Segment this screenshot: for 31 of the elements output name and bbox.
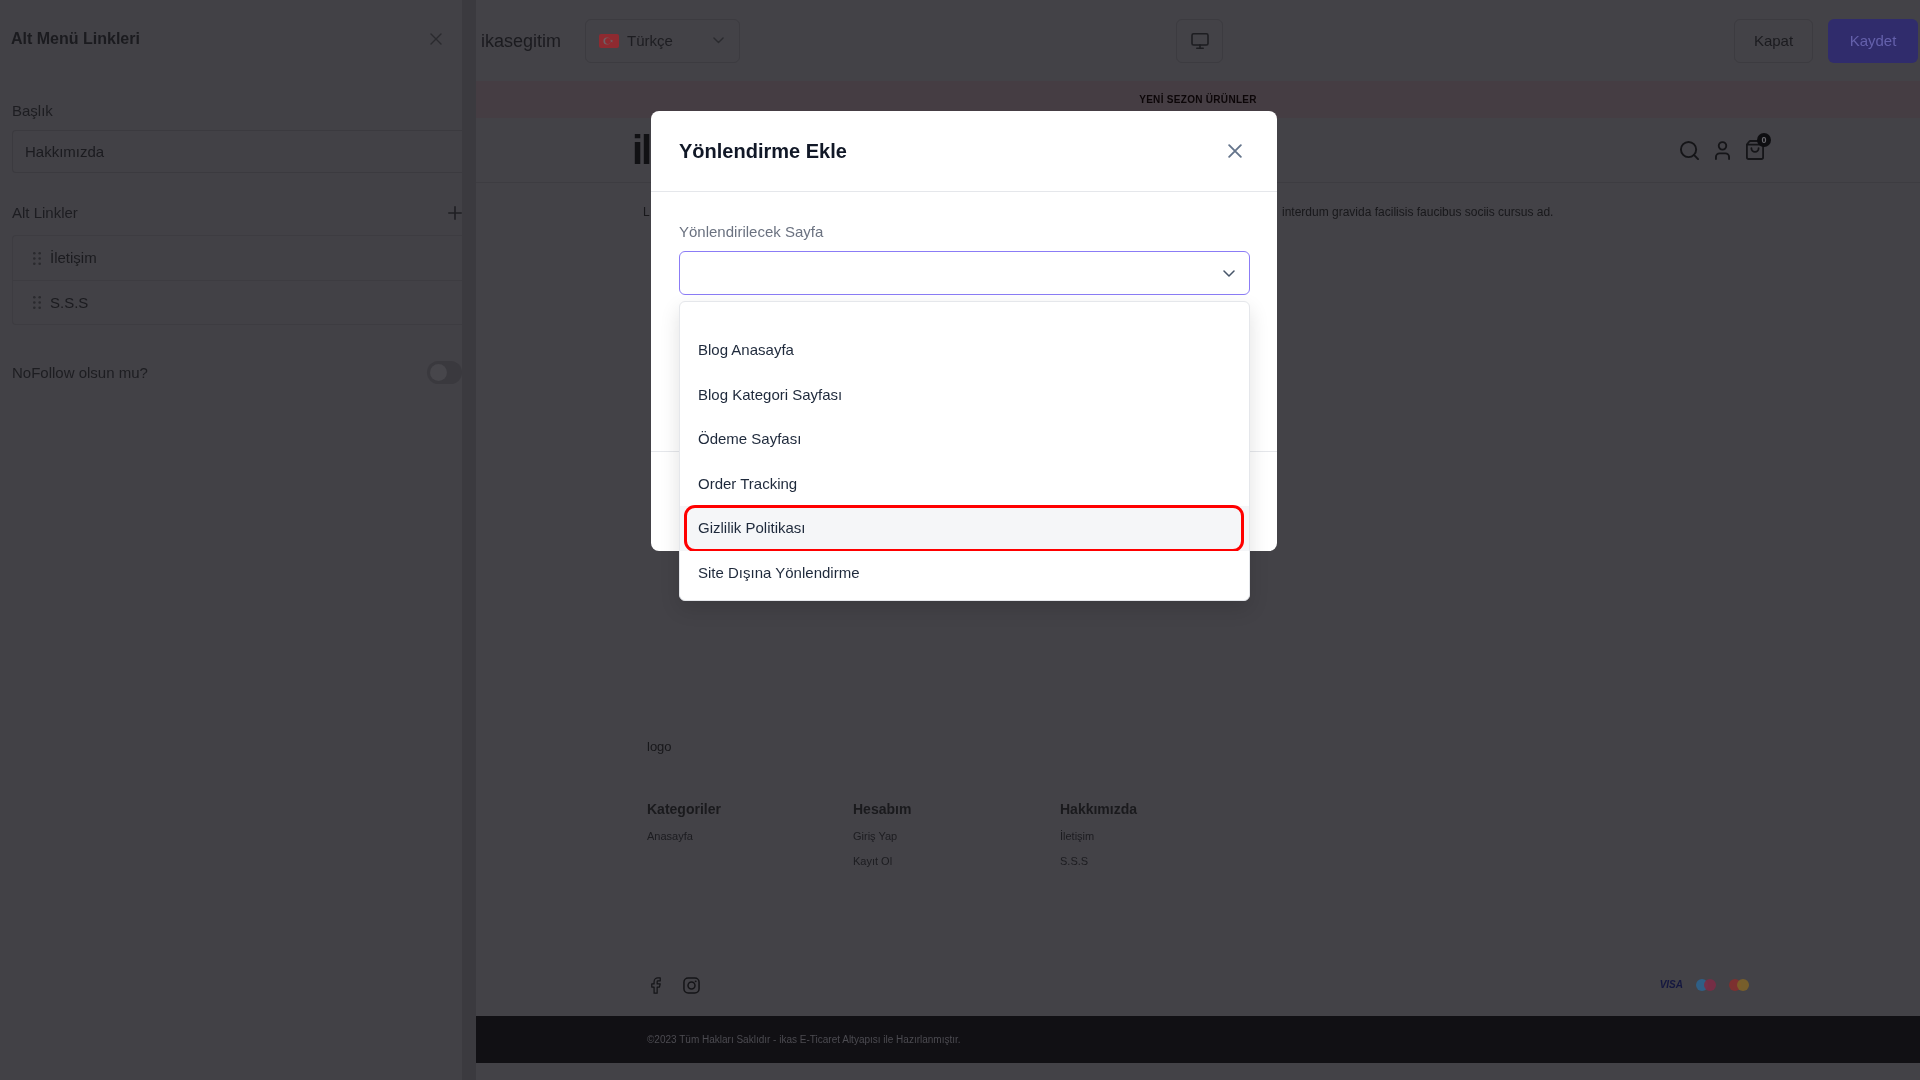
desktop-view-button[interactable]: [1176, 18, 1223, 63]
announcement-bar: YENİ SEZON ÜRÜNLER: [476, 81, 1920, 118]
dropdown-option[interactable]: Site Dışına Yönlendirme: [680, 550, 1249, 595]
close-button[interactable]: [1228, 144, 1242, 158]
dropdown-option[interactable]: Blog Anasayfa: [680, 328, 1249, 373]
drag-handle-icon[interactable]: [33, 251, 41, 265]
dropdown-option[interactable]: Ödeme Sayfası: [680, 417, 1249, 462]
instagram-icon[interactable]: [683, 976, 700, 994]
save-button[interactable]: Kaydet: [1828, 18, 1918, 63]
add-button[interactable]: [448, 206, 462, 220]
monitor-icon: [1190, 32, 1209, 49]
facebook-icon[interactable]: [651, 976, 661, 994]
dropdown-option[interactable]: Gizlilik Politikası: [680, 506, 1249, 551]
modal-title: Yönlendirme Ekle: [679, 139, 847, 163]
dropdown-option[interactable]: Blog Kategori Sayfası: [680, 372, 1249, 417]
drag-handle-icon[interactable]: [33, 296, 41, 309]
cart-count-badge: 0: [1757, 133, 1771, 147]
close-icon: [1228, 144, 1242, 158]
dropdown-option[interactable]: Order Tracking: [680, 461, 1249, 506]
flag-icon: [599, 33, 620, 48]
user-icon[interactable]: [1715, 140, 1730, 160]
search-icon[interactable]: [1680, 140, 1699, 160]
close-icon: [430, 33, 442, 45]
plus-icon: [448, 206, 462, 220]
shopping-bag-icon[interactable]: [1746, 140, 1764, 160]
mastercard-logo-icon: [1729, 979, 1749, 991]
chevron-down-icon: [713, 37, 725, 44]
field-label: Yönlendirilecek Sayfa: [679, 223, 824, 241]
maestro-logo-icon: [1696, 979, 1716, 991]
chevron-down-icon: [1223, 269, 1235, 277]
page-select-field[interactable]: [679, 251, 1250, 295]
